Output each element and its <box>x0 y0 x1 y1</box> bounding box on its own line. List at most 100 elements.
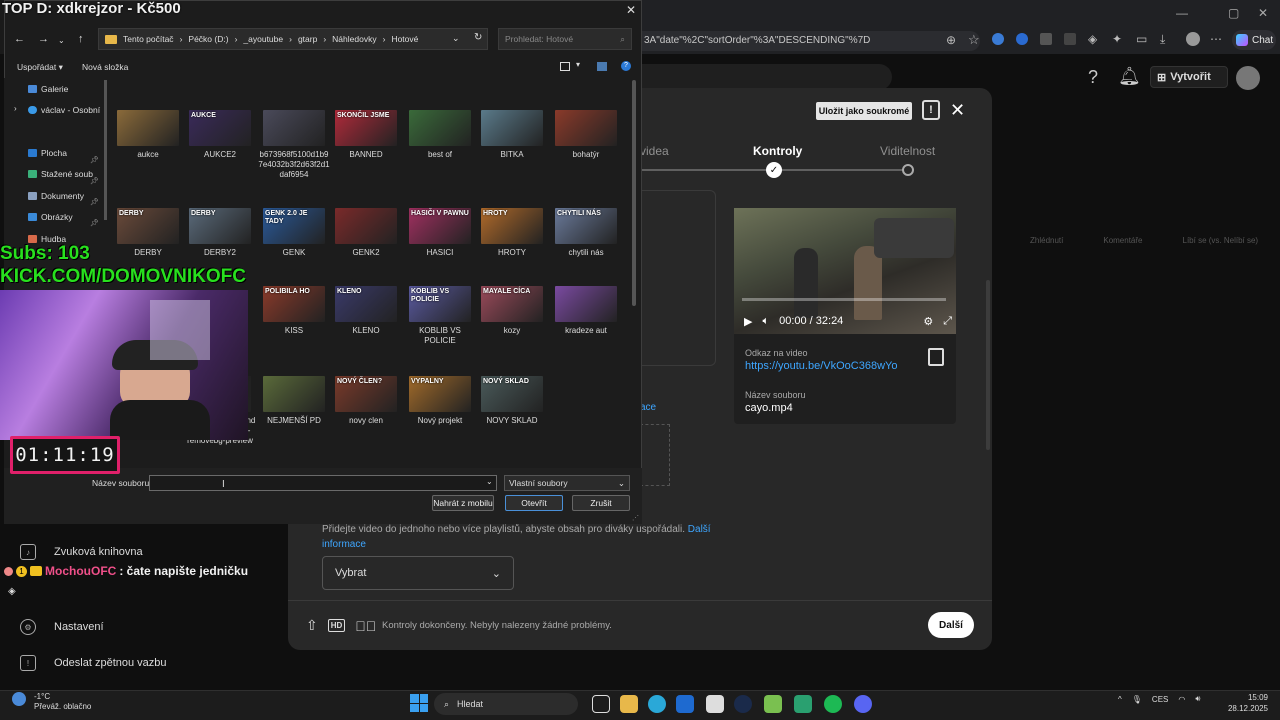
step-visibility[interactable]: Viditelnost <box>880 144 935 158</box>
organize-button[interactable]: Uspořádat ▾ <box>17 62 63 73</box>
breadcrumb-item[interactable]: gtarp <box>298 34 317 44</box>
wifi-icon[interactable]: ◠ <box>1178 695 1185 704</box>
menu-icon[interactable]: ⋯ <box>1210 32 1222 46</box>
settings-gear-icon[interactable]: ⚙ <box>923 315 933 328</box>
play-icon[interactable]: ▶ <box>744 315 752 328</box>
nav-scrollbar[interactable] <box>104 80 107 220</box>
file-item[interactable]: HASIČI V PAWNU HASICI <box>404 198 476 258</box>
file-item[interactable]: b673968f5100d1b97e4032b3f2d63f2d1daf6954 <box>258 100 330 180</box>
clock[interactable]: 15:09 28.12.2025 <box>1224 692 1268 714</box>
partial-link[interactable]: ace <box>640 402 656 413</box>
breadcrumb-item[interactable]: Tento počítač <box>123 34 174 44</box>
file-explorer-icon[interactable] <box>620 695 638 713</box>
nav-item-onedrive[interactable]: václav - Osobní <box>28 105 100 115</box>
volume-icon[interactable]: 🔈︎ <box>762 315 769 328</box>
zoom-icon[interactable]: ⊕ <box>946 33 956 47</box>
profile-icon[interactable] <box>1186 32 1200 46</box>
extension-icon[interactable] <box>992 33 1004 45</box>
dialog-scrollbar[interactable] <box>986 280 990 450</box>
breadcrumb-item[interactable]: Péčko (D:) <box>188 34 228 44</box>
fullscreen-icon[interactable]: ⤢ <box>943 315 952 328</box>
file-item[interactable]: MAYALE CÍCA kozy <box>476 276 548 336</box>
preview-pane-icon[interactable] <box>597 62 607 71</box>
file-item[interactable]: BITKA <box>476 100 548 160</box>
address-bar[interactable]: 3A"date"%2C"sortOrder"%3A"DESCENDING"%7D <box>640 31 980 51</box>
new-folder-button[interactable]: Nová složka <box>82 62 128 72</box>
minimize-button[interactable]: — <box>1176 6 1188 20</box>
forward-arrow-icon[interactable]: → <box>38 33 49 45</box>
account-avatar[interactable] <box>1236 66 1260 90</box>
extension2-icon[interactable] <box>1040 33 1052 45</box>
sidebar-item-audio-library[interactable]: ♪ Zvuková knihovna <box>20 544 143 560</box>
nav-item-desktop[interactable]: Plocha <box>28 148 67 158</box>
close-icon[interactable]: ✕ <box>950 100 965 121</box>
open-button[interactable]: Otevřít <box>505 495 563 511</box>
volume-icon[interactable]: 🔊︎ <box>1195 694 1200 704</box>
breadcrumb[interactable]: Tento počítač › Péčko (D:) › _ayoutube › gt… <box>98 28 488 50</box>
file-item[interactable]: SKONČIL JSME BANNED <box>330 100 402 160</box>
file-item[interactable]: HROTY HROTY <box>476 198 548 258</box>
help-icon[interactable]: ? <box>1088 67 1098 88</box>
cancel-button[interactable]: Zrušit <box>572 495 630 511</box>
spotify-icon[interactable] <box>824 695 842 713</box>
taskbar-search[interactable]: ⌕ Hledat <box>434 693 578 715</box>
edge-icon[interactable] <box>648 695 666 713</box>
mic-icon[interactable]: 🎙︎ <box>1132 695 1142 704</box>
weather-icon[interactable] <box>12 692 26 706</box>
dialog-close-icon[interactable]: ✕ <box>626 3 636 17</box>
file-item[interactable]: POLIBILA HO KISS <box>258 276 330 336</box>
resize-grip-icon[interactable]: ⋰ <box>632 514 639 522</box>
refresh-icon[interactable]: ↻ <box>474 32 482 43</box>
nav-item-downloads[interactable]: Stažené soub <box>28 169 93 179</box>
sidebar-item-settings[interactable]: ⚙ Nastavení <box>20 619 104 635</box>
puzzle-icon[interactable]: ✦ <box>1112 32 1122 46</box>
next-button[interactable]: Další <box>928 612 974 638</box>
file-item[interactable]: NOVÝ ČLEN? novy clen <box>330 366 402 426</box>
notifications-icon[interactable]: 🔔︎ <box>1118 66 1141 87</box>
tray-chevron-icon[interactable]: ^ <box>1118 695 1122 704</box>
video-progress-bar[interactable] <box>742 298 946 301</box>
start-icon[interactable] <box>410 694 428 712</box>
file-item[interactable]: DERBY DERBY <box>112 198 184 258</box>
filename-dropdown-icon[interactable]: ⌄ <box>486 477 493 486</box>
playlist-select[interactable]: Vybrat ⌄ <box>322 556 514 590</box>
step-details[interactable]: videa <box>640 144 669 158</box>
file-grid-scrollbar[interactable] <box>632 80 636 306</box>
file-item[interactable]: KLENO KLENO <box>330 276 402 336</box>
close-window-button[interactable]: ✕ <box>1258 6 1268 20</box>
breadcrumb-item[interactable]: Hotové <box>391 34 418 44</box>
studio-search-box[interactable] <box>640 64 892 90</box>
file-item[interactable]: best of <box>404 100 476 160</box>
game-app-icon[interactable] <box>706 695 724 713</box>
file-item[interactable]: kradeze aut <box>550 276 622 336</box>
step-checks[interactable]: Kontroly <box>753 144 802 158</box>
task-view-icon[interactable] <box>592 695 610 713</box>
nav-item-pictures[interactable]: Obrázky <box>28 212 73 222</box>
file-item[interactable]: DERBY DERBY2 <box>184 198 256 258</box>
nav-item-gallery[interactable]: Galerie <box>28 84 68 94</box>
filename-input[interactable] <box>149 475 497 491</box>
copy-icon[interactable] <box>928 348 944 366</box>
save-private-button[interactable]: Uložit jako soukromé <box>816 102 912 120</box>
view-mode-icon[interactable] <box>560 62 570 71</box>
file-item[interactable]: aukce <box>112 100 184 160</box>
help-icon[interactable]: ? <box>621 61 631 71</box>
report-icon[interactable]: ! <box>922 100 940 120</box>
back-arrow-icon[interactable]: ← <box>14 33 25 45</box>
app-icon[interactable] <box>794 695 812 713</box>
copilot-chat-button[interactable]: Chat <box>1232 30 1276 50</box>
bookmark-star-icon[interactable]: ☆ <box>968 32 980 48</box>
discord-icon[interactable] <box>854 695 872 713</box>
create-button[interactable]: ⊞ Vytvořit <box>1150 66 1228 88</box>
history-chevron-icon[interactable]: ⌄ <box>58 36 65 45</box>
weather-widget[interactable]: -1°C Převáž. oblačno <box>34 692 91 712</box>
view-chevron-icon[interactable]: ▾ <box>576 60 580 69</box>
file-type-select[interactable]: Vlastní soubory ⌄ <box>504 475 630 491</box>
video-link[interactable]: https://youtu.be/VkOoC368wYo <box>745 360 897 372</box>
expand-chevron-icon[interactable]: › <box>14 104 17 113</box>
downloads-icon[interactable]: ⤓ <box>1160 32 1165 47</box>
file-item[interactable]: GENK 2.0 JE TADY GENK <box>258 198 330 258</box>
file-item[interactable]: NEJMENŠÍ PD <box>258 366 330 426</box>
upload-from-phone-button[interactable]: Nahrát z mobilu <box>432 495 494 511</box>
steam-icon[interactable] <box>734 695 752 713</box>
